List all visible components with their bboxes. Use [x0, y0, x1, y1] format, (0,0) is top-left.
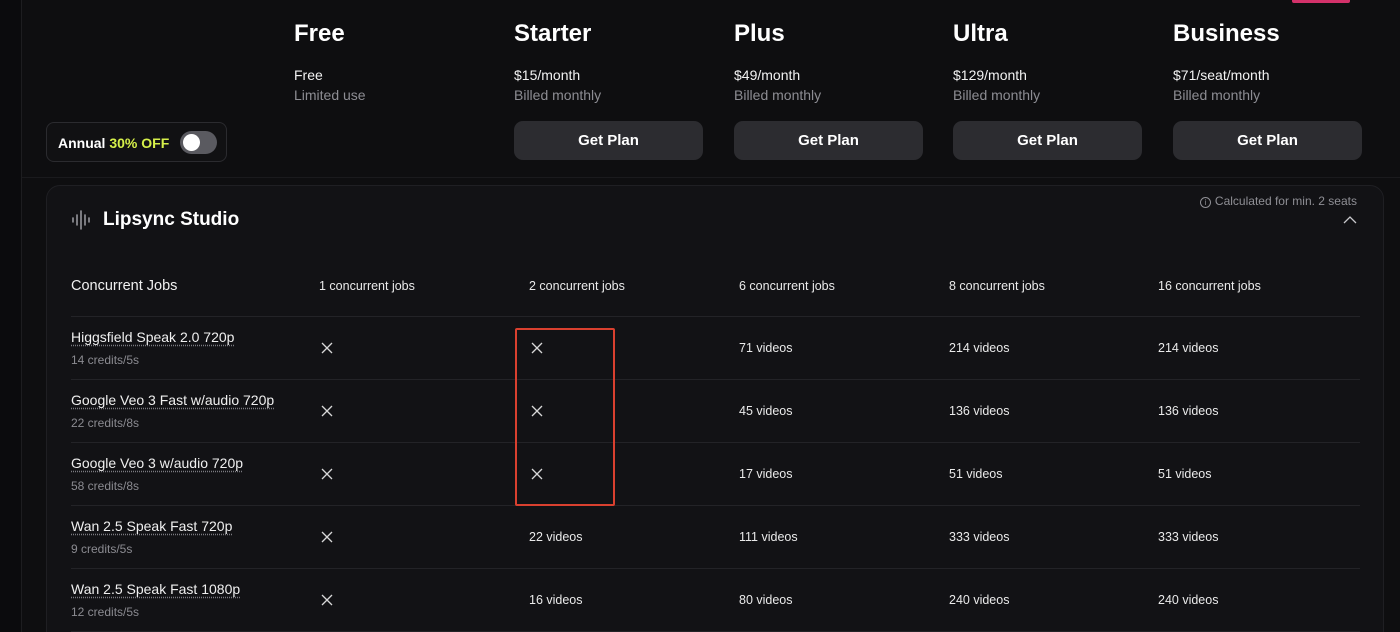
table-row: Wan 2.5 Speak Fast 720p 9 credits/5s 22 … — [71, 506, 1360, 569]
plan-billing: Limited use — [294, 87, 366, 103]
annual-toggle-switch[interactable] — [180, 131, 217, 154]
cell-value: 240 videos — [1158, 593, 1219, 607]
model-credits: 12 credits/5s — [71, 605, 140, 619]
plan-name: Ultra — [953, 20, 1008, 47]
plan-name: Starter — [514, 20, 592, 47]
model-credits: 22 credits/8s — [71, 416, 140, 430]
cell-value: 45 videos — [739, 404, 793, 418]
cell-value: 51 videos — [949, 467, 1003, 481]
model-name[interactable]: Higgsfield Speak 2.0 720p — [71, 329, 234, 345]
model-name[interactable]: Google Veo 3 Fast w/audio 720p — [71, 392, 274, 408]
cell-value: 80 videos — [739, 593, 793, 607]
seats-note-text: Calculated for min. 2 seats — [1214, 194, 1357, 208]
get-plan-business-button[interactable]: Get Plan — [1173, 121, 1362, 160]
plan-billing: Billed monthly — [953, 87, 1041, 103]
x-icon — [531, 405, 543, 417]
model-name[interactable]: Google Veo 3 w/audio 720p — [71, 455, 243, 471]
chevron-up-icon[interactable] — [1343, 215, 1357, 225]
table-header-row: Concurrent Jobs 1 concurrent jobs 2 conc… — [71, 253, 1360, 317]
annual-label: Annual 30% OFF — [58, 135, 170, 151]
model-name[interactable]: Wan 2.5 Speak Fast 720p — [71, 518, 232, 534]
cell-value: 16 concurrent jobs — [1158, 279, 1261, 293]
x-icon — [321, 342, 333, 354]
plan-billing: Billed monthly — [734, 87, 822, 103]
cell-value: 111 videos — [739, 530, 798, 544]
section-title: Lipsync Studio — [103, 209, 240, 230]
plan-billing: Billed monthly — [1173, 87, 1261, 103]
cell-value: 22 videos — [529, 530, 583, 544]
plan-price: $129/month — [953, 67, 1027, 83]
lipsync-studio-section: Lipsync Studio i Calculated for min. 2 se… — [46, 185, 1384, 632]
plan-name: Plus — [734, 20, 785, 47]
cell-value: 214 videos — [1158, 341, 1219, 355]
x-icon — [321, 594, 333, 606]
plan-price: $49/month — [734, 67, 801, 83]
table-row: Higgsfield Speak 2.0 720p 14 credits/5s … — [71, 317, 1360, 380]
table-row: Wan 2.5 Speak Fast 1080p 12 credits/5s 1… — [71, 569, 1360, 632]
plan-price: $71/seat/month — [1173, 67, 1270, 83]
x-icon — [321, 531, 333, 543]
seats-note: i Calculated for min. 2 seats — [1199, 194, 1357, 208]
cell-value: 2 concurrent jobs — [529, 279, 625, 293]
audio-waveform-icon — [72, 210, 90, 230]
plan-name: Free — [294, 20, 345, 47]
left-rail — [0, 0, 22, 632]
table-row: Google Veo 3 w/audio 720p 58 credits/8s … — [71, 443, 1360, 506]
plans-header: Annual 30% OFF Free Free Limited use Sta… — [22, 0, 1400, 178]
x-icon — [321, 468, 333, 480]
x-icon — [531, 342, 543, 354]
concurrent-jobs-label: Concurrent Jobs — [71, 278, 178, 294]
cell-value: 333 videos — [1158, 530, 1219, 544]
toggle-knob — [183, 134, 200, 151]
table-row: Google Veo 3 Fast w/audio 720p 22 credit… — [71, 380, 1360, 443]
cell-value: 333 videos — [949, 530, 1010, 544]
cell-value: 136 videos — [949, 404, 1010, 418]
get-plan-plus-button[interactable]: Get Plan — [734, 121, 923, 160]
cell-value: 8 concurrent jobs — [949, 279, 1045, 293]
annual-discount: 30% OFF — [109, 135, 170, 151]
model-credits: 9 credits/5s — [71, 542, 133, 556]
annual-toggle-box[interactable]: Annual 30% OFF — [46, 122, 227, 162]
model-name[interactable]: Wan 2.5 Speak Fast 1080p — [71, 581, 240, 597]
get-plan-starter-button[interactable]: Get Plan — [514, 121, 703, 160]
cell-value: 71 videos — [739, 341, 793, 355]
plan-price: $15/month — [514, 67, 581, 83]
plan-billing: Billed monthly — [514, 87, 602, 103]
cell-value: 6 concurrent jobs — [739, 279, 835, 293]
cell-value: 17 videos — [739, 467, 793, 481]
pricing-page: Annual 30% OFF Free Free Limited use Sta… — [0, 0, 1400, 632]
cell-value: 136 videos — [1158, 404, 1219, 418]
x-icon — [321, 405, 333, 417]
cell-value: 214 videos — [949, 341, 1010, 355]
cell-value: 51 videos — [1158, 467, 1212, 481]
x-icon — [531, 468, 543, 480]
cell-value: 16 videos — [529, 593, 583, 607]
cell-value: 1 concurrent jobs — [319, 279, 415, 293]
info-icon: i — [1199, 197, 1211, 208]
model-credits: 58 credits/8s — [71, 479, 140, 493]
model-credits: 14 credits/5s — [71, 353, 140, 367]
plan-name: Business — [1173, 20, 1280, 47]
cell-value: 240 videos — [949, 593, 1010, 607]
plan-price: Free — [294, 67, 323, 83]
get-plan-ultra-button[interactable]: Get Plan — [953, 121, 1142, 160]
